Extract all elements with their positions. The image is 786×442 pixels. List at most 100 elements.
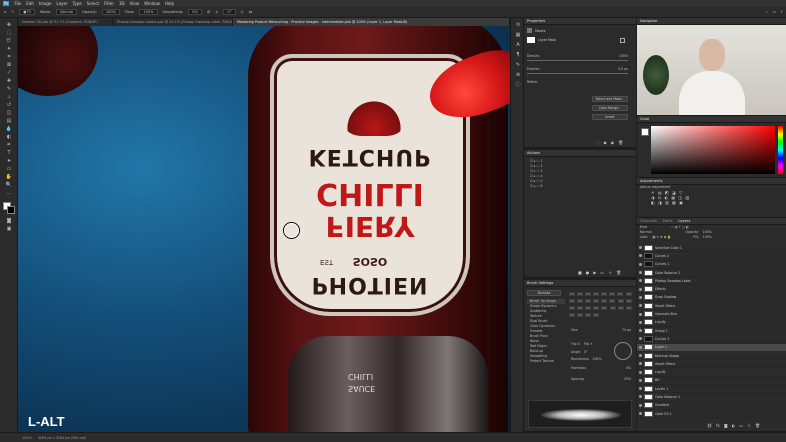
feather-value[interactable]: 0.0 px [618,67,628,72]
size-value[interactable]: 75 px [622,328,631,333]
layer-thumbnail[interactable] [644,410,653,417]
hardness-value[interactable]: 0% [626,366,631,371]
tab-document-1[interactable]: Sweded 3D.psb @ 91.7% (Gradient, RGB/8*) [18,18,113,26]
layer-thumbnail[interactable] [644,352,653,359]
healing-tool-icon[interactable]: ✚ [4,78,14,85]
workspace-icon[interactable]: ▭ [773,10,776,14]
layer-name[interactable]: Smart Filters [655,304,675,308]
smoothing-input[interactable]: 0% [188,9,202,15]
crop-tool-icon[interactable]: ⌗ [4,54,14,61]
layer-row[interactable]: Curves 1 [637,261,786,269]
clone-source-icon[interactable]: ⊕ [513,72,523,79]
layer-mask-thumb[interactable] [527,37,535,43]
move-tool-icon[interactable]: ✥ [4,22,14,29]
new-set-icon[interactable]: ▭ [600,270,604,276]
layer-row[interactable]: Color Fill 1 [637,410,786,419]
mask-pixel-icon[interactable] [527,28,532,33]
brush-tool-icon[interactable]: ✎ [11,10,14,14]
layer-thumbnail[interactable] [644,277,653,284]
spacing-value[interactable]: 25% [624,377,631,382]
layer-row[interactable]: Smart Filters [637,360,786,369]
marquee-tool-icon[interactable]: ⬚ [4,30,14,37]
new-group-icon[interactable]: ▭ [739,423,743,429]
swatches-icon[interactable]: ▦ [513,32,523,39]
brushes-button[interactable]: Brushes [527,290,561,296]
visibility-eye-icon[interactable] [639,395,642,399]
menu-window[interactable]: Window [144,1,160,6]
zoom-tool-icon[interactable]: 🔍 [4,182,14,189]
quick-select-tool-icon[interactable]: ✦ [4,46,14,53]
color-field[interactable] [651,126,775,174]
layer-row[interactable]: BG [637,377,786,386]
pen-tool-icon[interactable]: ✒ [4,142,14,149]
action-item[interactable]: ☑ ▸ ▭ 6 [527,184,633,189]
adjustment-icons-row3[interactable]: ◧ ◨ ▥ ▩ ▣ [637,200,786,205]
layer-name[interactable]: Smart Filters [655,362,675,366]
brush-tip-grid[interactable] [568,291,634,319]
layer-thumbnail[interactable] [644,252,653,259]
hue-slider[interactable] [778,126,783,174]
visibility-eye-icon[interactable] [639,329,642,333]
brush-tool-icon[interactable]: ✎ [4,86,14,93]
visibility-eye-icon[interactable] [639,362,642,366]
layer-row[interactable]: Color Balance 1 [637,393,786,402]
angle-input[interactable]: 0° [223,9,236,15]
visibility-eye-icon[interactable] [639,337,642,341]
play-icon[interactable]: ▶ [593,270,596,276]
layer-row[interactable]: Curves 2 [637,252,786,261]
visibility-eye-icon[interactable] [639,246,642,250]
layer-row[interactable]: Color Balance 2 [637,269,786,278]
layer-thumbnail[interactable] [644,244,653,251]
layer-row[interactable]: Layer 1 [637,343,786,352]
visibility-eye-icon[interactable] [639,262,642,266]
layer-row[interactable]: Gradient [637,402,786,410]
layer-row[interactable]: Liquify [637,368,786,377]
layer-thumbnail[interactable] [644,311,653,318]
menu-file[interactable]: File [14,1,21,6]
layer-name[interactable]: Color Fill 1 [655,412,672,416]
blur-tool-icon[interactable]: 💧 [4,126,14,133]
visibility-eye-icon[interactable] [639,312,642,316]
layer-thumbnail[interactable] [644,335,653,342]
layer-row[interactable]: Curves 3 [637,335,786,344]
visibility-eye-icon[interactable] [639,354,642,357]
visibility-eye-icon[interactable] [639,403,642,407]
layer-row[interactable]: Ketchup Shape [637,352,786,361]
tab-paths[interactable]: Paths [663,218,673,224]
toggle-mask-icon[interactable]: ◉ [611,140,615,145]
density-slider[interactable] [527,60,628,61]
layer-name[interactable]: Color Balance 1 [655,395,680,399]
apply-mask-icon[interactable]: ◆ [604,140,607,145]
new-layer-icon[interactable]: ＋ [747,423,751,429]
vector-mask-icon[interactable] [620,37,625,43]
opacity-input[interactable]: 100% [101,9,121,15]
brush-option[interactable]: Protect Texture [527,359,565,364]
pressure-icon[interactable]: ◎ [241,10,244,14]
layer-thumbnail[interactable] [644,360,653,367]
layer-name[interactable]: Liquify [655,320,666,324]
hand-tool-icon[interactable]: ✋ [4,174,14,181]
invert-button[interactable]: Invert [592,114,628,120]
character-icon[interactable]: A [513,42,523,49]
document-canvas[interactable]: KETCHUP CHILLI FIERY EST SOSO PHOTIEN CH… [18,26,510,432]
mode-select[interactable]: Normal [56,9,78,15]
visibility-eye-icon[interactable] [639,304,642,308]
gear-icon[interactable]: ⚙ [207,10,210,14]
delete-action-icon[interactable]: 🗑 [616,270,621,276]
layer-thumbnail[interactable] [644,302,653,309]
history-brush-icon[interactable]: ↺ [4,102,14,109]
visibility-eye-icon[interactable] [639,387,642,391]
menu-view[interactable]: View [130,1,140,6]
color-range-button[interactable]: Color Range... [592,105,628,111]
flip-x-checkbox[interactable]: Flip X [571,342,580,347]
fx-icon[interactable]: fx [716,423,720,429]
menu-edit[interactable]: Edit [26,1,34,6]
layer-name[interactable]: Levels 1 [655,387,668,391]
layer-thumbnail[interactable] [644,294,653,301]
menu-type[interactable]: Type [73,1,82,6]
layer-row[interactable]: Smart Filters [637,302,786,311]
visibility-eye-icon[interactable] [639,254,642,258]
tab-document-2[interactable]: Photop Swaatap Labels.psb @ 25.1% (Photo… [113,18,233,26]
layer-name[interactable]: Gradient [655,403,669,407]
eyedropper-tool-icon[interactable]: ⁄ [4,70,14,77]
